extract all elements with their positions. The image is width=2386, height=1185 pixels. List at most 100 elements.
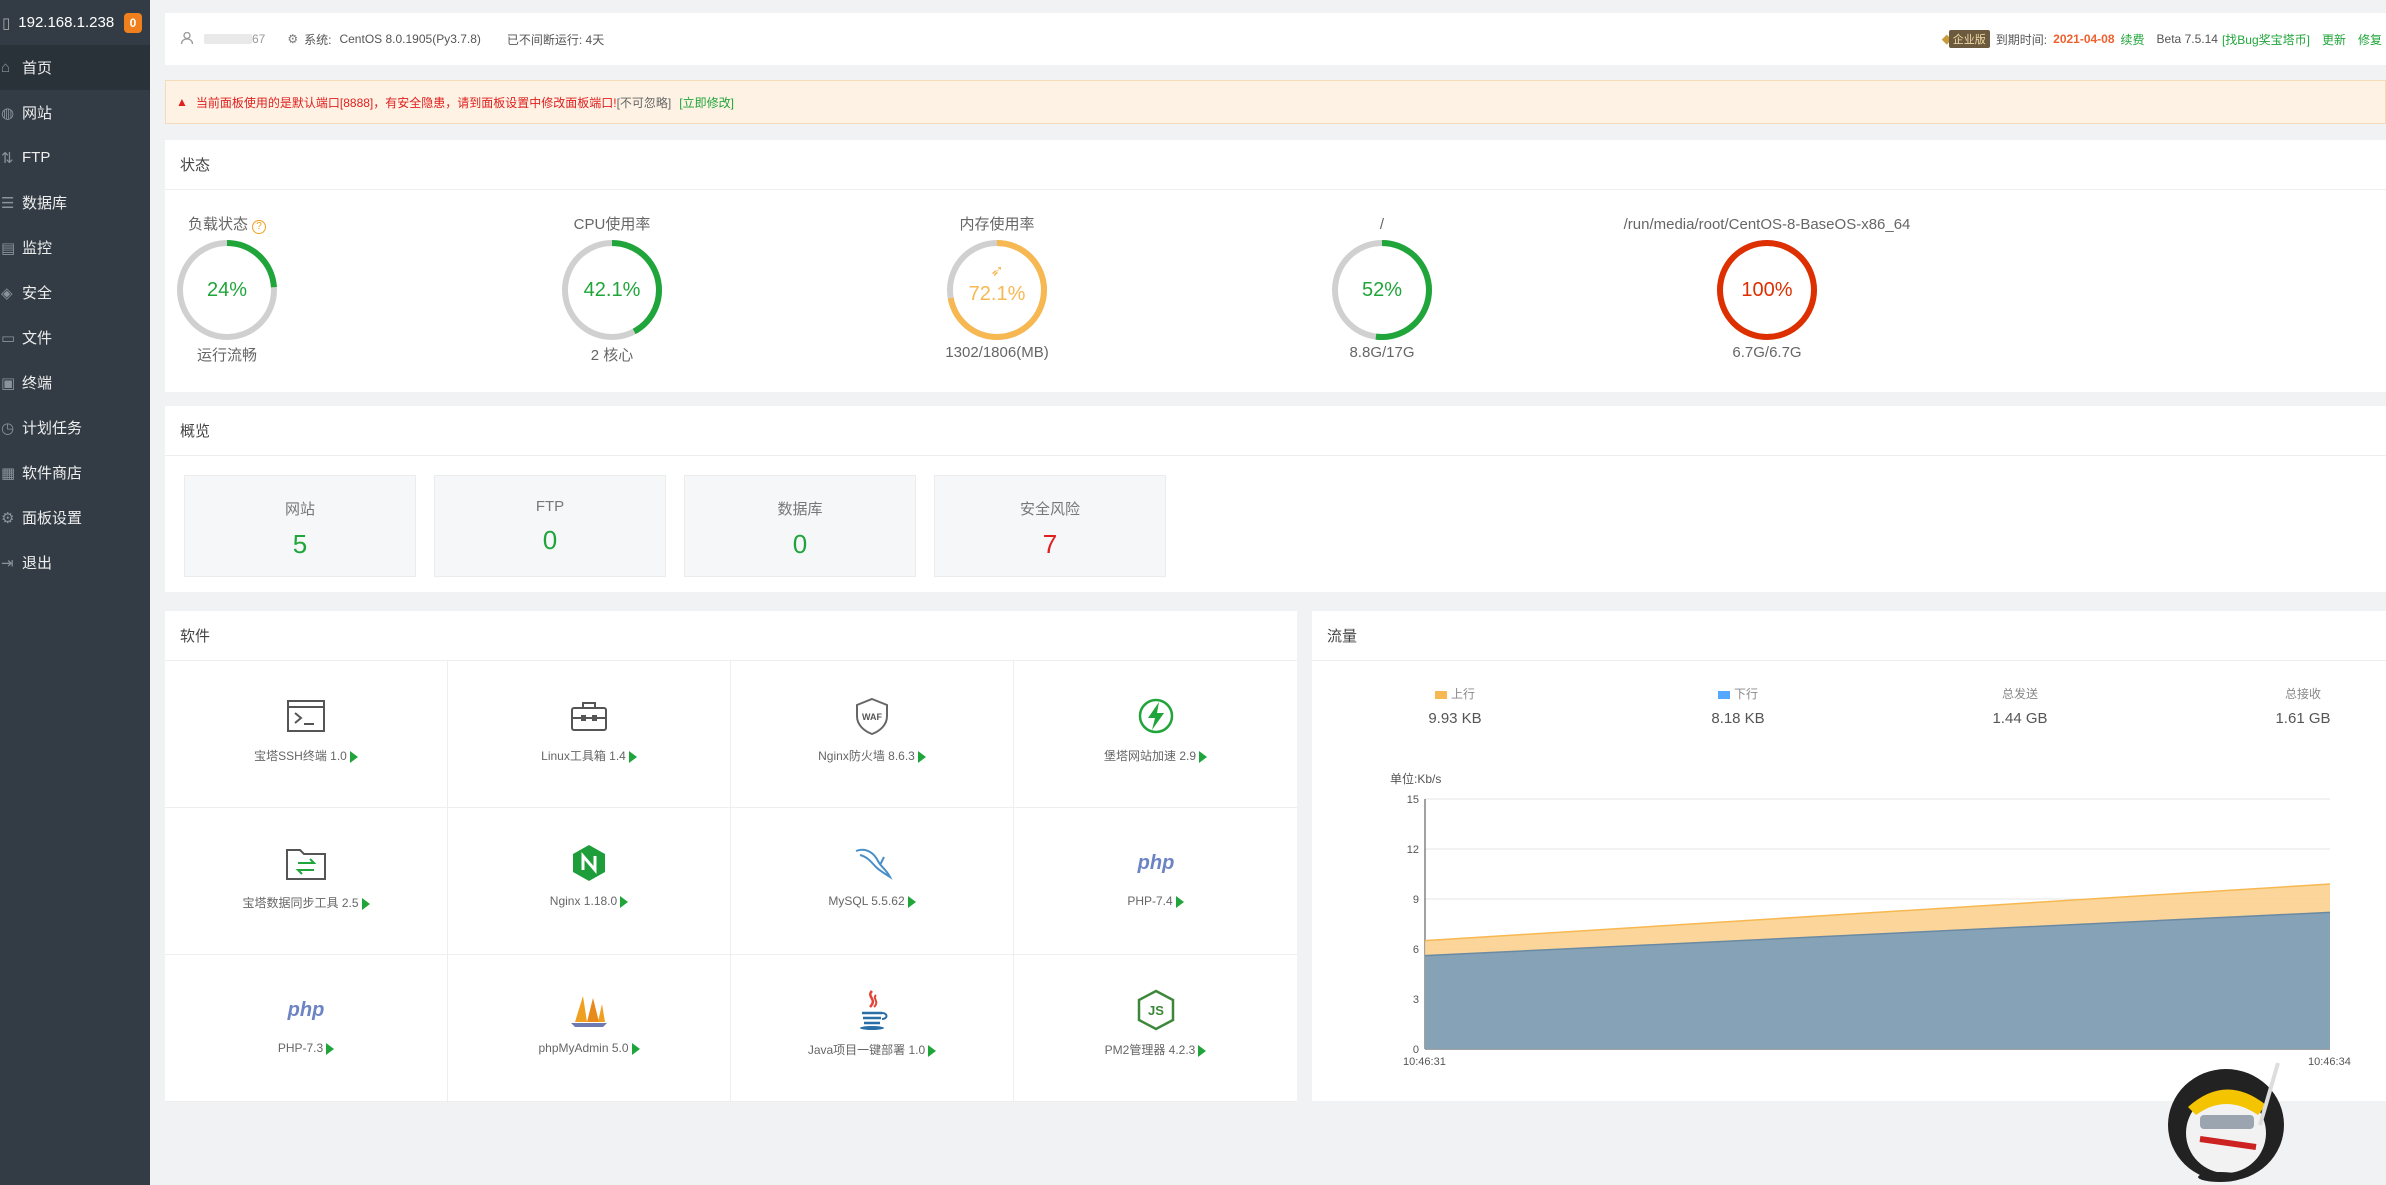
warning-icon: ▲: [176, 95, 188, 109]
play-icon[interactable]: [326, 1042, 335, 1055]
software-name: PHP-7.4: [1014, 894, 1297, 908]
software-name-text: PHP-7.3: [277, 1041, 324, 1055]
software-name: Nginx防火墙 8.6.3: [731, 747, 1013, 764]
sidebar-item-1[interactable]: ◍ 网站: [0, 90, 150, 135]
mascot-penguin-image[interactable]: [2160, 1055, 2298, 1183]
bug-bounty-link[interactable]: [找Bug奖宝塔币]: [2222, 31, 2310, 48]
sidebar-item-11[interactable]: ⇥ 退出: [0, 540, 150, 585]
sidebar-item-label: 网站: [22, 105, 53, 122]
software-item-1[interactable]: Linux工具箱 1.4: [448, 661, 731, 808]
play-icon[interactable]: [928, 1044, 937, 1057]
ftp-icon: ⇅: [1, 149, 14, 167]
message-badge[interactable]: 0: [124, 12, 142, 33]
php-icon: php: [165, 985, 447, 1035]
play-icon[interactable]: [1198, 1044, 1207, 1057]
gauge-1[interactable]: CPU使用率 42.1% 2 核心: [502, 214, 722, 365]
play-icon[interactable]: [631, 1042, 640, 1055]
waf-shield-icon: WAF: [731, 691, 1013, 741]
play-icon[interactable]: [1199, 750, 1208, 763]
software-name-text: MySQL 5.5.62: [828, 894, 905, 908]
y-tick-label: 6: [1413, 944, 1419, 956]
software-panel: 软件 宝塔SSH终端 1.0 Linux工具箱 1.4 WAF Nginx防火墙 8.…: [165, 611, 1297, 1102]
svg-text:php: php: [287, 999, 325, 1021]
x-tick-label: 10:46:31: [1403, 1056, 1446, 1068]
gauge-4[interactable]: /run/media/root/CentOS-8-BaseOS-x86_64 10…: [1557, 214, 1977, 361]
sidebar-item-label: 退出: [22, 555, 53, 572]
sidebar-item-label: 首页: [22, 60, 53, 77]
y-tick-label: 3: [1413, 994, 1419, 1006]
play-icon[interactable]: [917, 750, 926, 763]
sidebar-item-8[interactable]: ◷ 计划任务: [0, 405, 150, 450]
gauge-3[interactable]: / 52% 8.8G/17G: [1272, 214, 1492, 361]
software-item-0[interactable]: 宝塔SSH终端 1.0: [165, 661, 448, 808]
ssh-terminal-icon: [165, 691, 447, 741]
overview-card-2[interactable]: 数据库 0: [684, 475, 916, 577]
traffic-stat-label-text: 总接收: [2284, 687, 2321, 701]
system-value: CentOS 8.0.1905(Py3.7.8): [339, 32, 481, 46]
play-icon[interactable]: [628, 750, 637, 763]
traffic-stat-label-text: 上行: [1450, 687, 1475, 701]
play-icon[interactable]: [620, 895, 629, 908]
sidebar-item-10[interactable]: ⚙ 面板设置: [0, 495, 150, 540]
play-icon[interactable]: [907, 895, 916, 908]
gauge-title: /: [1379, 216, 1385, 233]
traffic-stat-label: 总发送: [1960, 685, 2080, 702]
sidebar-item-0[interactable]: ⌂ 首页: [0, 45, 150, 90]
software-item-4[interactable]: 宝塔数据同步工具 2.5: [165, 808, 448, 955]
phpmyadmin-sail-icon: [448, 985, 730, 1035]
svg-text:php: php: [1136, 852, 1174, 874]
play-icon[interactable]: [361, 897, 370, 910]
overview-card-1[interactable]: FTP 0: [434, 475, 666, 577]
overview-card-0[interactable]: 网站 5: [184, 475, 416, 577]
svg-text:WAF: WAF: [862, 712, 882, 722]
software-name: Linux工具箱 1.4: [448, 747, 730, 764]
y-tick-label: 15: [1407, 794, 1419, 806]
alert-fix-link[interactable]: [立即修改]: [679, 94, 734, 111]
software-name-text: PM2管理器 4.2.3: [1104, 1043, 1196, 1057]
repair-link[interactable]: 修复: [2358, 31, 2382, 48]
software-item-5[interactable]: Nginx 1.18.0: [448, 808, 731, 955]
gauge-ring: 24%: [177, 240, 277, 340]
software-name: PM2管理器 4.2.3: [1014, 1041, 1297, 1058]
software-item-7[interactable]: php PHP-7.4: [1014, 808, 1297, 955]
renew-link[interactable]: 续费: [2121, 31, 2145, 48]
software-item-6[interactable]: MySQL 5.5.62: [731, 808, 1014, 955]
sidebar-item-7[interactable]: ▣ 终端: [0, 360, 150, 405]
software-item-3[interactable]: 堡塔网站加速 2.9: [1014, 661, 1297, 808]
gauge-2[interactable]: 内存使用率 ➶ 72.1% 1302/1806(MB): [887, 214, 1107, 361]
expire-label: 到期时间:: [1995, 32, 2048, 47]
grid-icon: ▦: [1, 464, 16, 482]
software-name-text: Linux工具箱 1.4: [541, 749, 626, 763]
gauge-ring: 52%: [1332, 240, 1432, 340]
software-name-text: 堡塔网站加速 2.9: [1103, 749, 1197, 763]
traffic-title: 流量: [1312, 611, 2386, 661]
gauge-ring: 100%: [1717, 240, 1817, 340]
sidebar-item-label: 终端: [22, 375, 53, 392]
gauge-value: 72.1%: [969, 283, 1026, 305]
play-icon[interactable]: [349, 750, 358, 763]
sidebar-item-label: 数据库: [22, 195, 68, 212]
software-item-8[interactable]: php PHP-7.3: [165, 955, 448, 1102]
overview-title: 概览: [165, 406, 2386, 456]
help-icon[interactable]: ?: [252, 220, 266, 234]
software-item-9[interactable]: phpMyAdmin 5.0: [448, 955, 731, 1102]
software-name: 宝塔SSH终端 1.0: [165, 747, 447, 764]
software-item-10[interactable]: Java项目一键部署 1.0: [731, 955, 1014, 1102]
sidebar-item-9[interactable]: ▦ 软件商店: [0, 450, 150, 495]
software-item-2[interactable]: WAF Nginx防火墙 8.6.3: [731, 661, 1014, 808]
overview-card-3[interactable]: 安全风险 7: [934, 475, 1166, 577]
gauge-title: CPU使用率: [573, 216, 651, 233]
java-icon: [731, 985, 1013, 1035]
software-item-11[interactable]: JS PM2管理器 4.2.3: [1014, 955, 1297, 1102]
software-name-text: PHP-7.4: [1127, 894, 1173, 908]
software-name: Nginx 1.18.0: [448, 894, 730, 908]
sidebar-item-2[interactable]: ⇅ FTP: [0, 135, 150, 180]
play-icon[interactable]: [1175, 895, 1184, 908]
update-link[interactable]: 更新: [2322, 31, 2346, 48]
version-text: Beta 7.5.14: [2156, 32, 2218, 46]
traffic-stat-0: 上行 9.93 KB: [1395, 685, 1515, 727]
gauge-detail: 6.7G/6.7G: [1732, 344, 1802, 361]
gauge-0[interactable]: 负载状态? 24% 运行流畅: [117, 214, 337, 365]
software-name: Java项目一键部署 1.0: [731, 1041, 1013, 1058]
software-name-text: Nginx 1.18.0: [549, 894, 618, 908]
